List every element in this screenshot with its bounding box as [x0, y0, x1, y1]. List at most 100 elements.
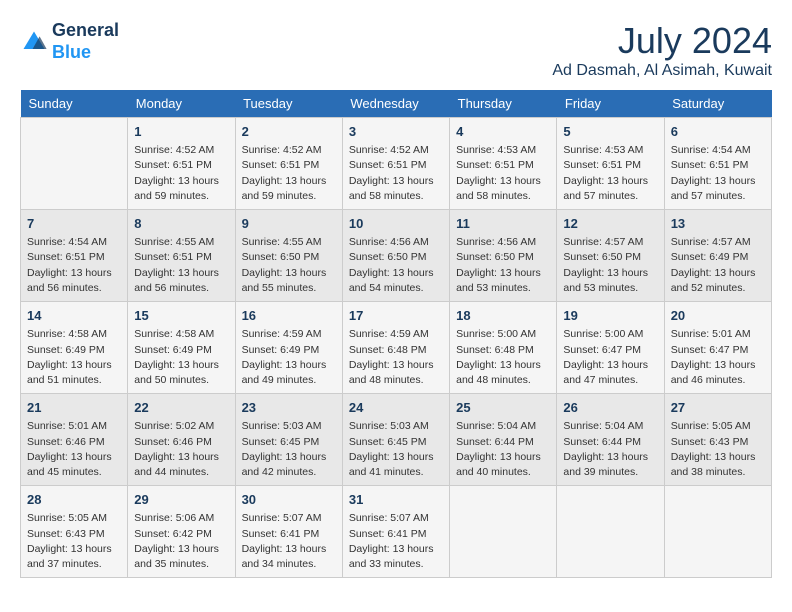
day-number: 14 — [27, 307, 121, 325]
day-info: Sunrise: 4:54 AM Sunset: 6:51 PM Dayligh… — [27, 235, 121, 296]
logo-text-line2: Blue — [52, 42, 119, 64]
calendar-cell: 24 Sunrise: 5:03 AM Sunset: 6:45 PM Dayli… — [342, 394, 449, 486]
calendar-cell: 9 Sunrise: 4:55 AM Sunset: 6:50 PM Daylig… — [235, 210, 342, 302]
day-number: 24 — [349, 399, 443, 417]
calendar-cell: 6 Sunrise: 4:54 AM Sunset: 6:51 PM Daylig… — [664, 118, 771, 210]
calendar-cell: 15 Sunrise: 4:58 AM Sunset: 6:49 PM Dayli… — [128, 302, 235, 394]
calendar-cell: 31 Sunrise: 5:07 AM Sunset: 6:41 PM Dayli… — [342, 486, 449, 578]
day-number: 29 — [134, 491, 228, 509]
calendar-cell: 26Sunrise: 5:04 AM Sunset: 6:44 PM Dayli… — [557, 394, 664, 486]
day-info: Sunrise: 5:05 AM Sunset: 6:43 PM Dayligh… — [27, 511, 121, 572]
calendar-cell: 7Sunrise: 4:54 AM Sunset: 6:51 PM Daylig… — [21, 210, 128, 302]
day-info: Sunrise: 4:56 AM Sunset: 6:50 PM Dayligh… — [349, 235, 443, 296]
day-info: Sunrise: 5:07 AM Sunset: 6:41 PM Dayligh… — [349, 511, 443, 572]
day-info: Sunrise: 5:00 AM Sunset: 6:48 PM Dayligh… — [456, 327, 550, 388]
day-info: Sunrise: 5:03 AM Sunset: 6:45 PM Dayligh… — [349, 419, 443, 480]
weekday-header-saturday: Saturday — [664, 90, 771, 118]
calendar-body: 1 Sunrise: 4:52 AM Sunset: 6:51 PM Daylig… — [21, 118, 772, 578]
day-number: 18 — [456, 307, 550, 325]
calendar-cell: 14 Sunrise: 4:58 AM Sunset: 6:49 PM Dayli… — [21, 302, 128, 394]
day-info: Sunrise: 5:00 AM Sunset: 6:47 PM Dayligh… — [563, 327, 657, 388]
logo: General Blue — [20, 20, 119, 63]
calendar-week-row: 28 Sunrise: 5:05 AM Sunset: 6:43 PM Dayli… — [21, 486, 772, 578]
calendar-cell: 27Sunrise: 5:05 AM Sunset: 6:43 PM Dayli… — [664, 394, 771, 486]
day-number: 16 — [242, 307, 336, 325]
day-info: Sunrise: 4:54 AM Sunset: 6:51 PM Dayligh… — [671, 143, 765, 204]
day-info: Sunrise: 4:55 AM Sunset: 6:50 PM Dayligh… — [242, 235, 336, 296]
calendar-cell: 2Sunrise: 4:52 AM Sunset: 6:51 PM Daylig… — [235, 118, 342, 210]
day-info: Sunrise: 4:52 AM Sunset: 6:51 PM Dayligh… — [349, 143, 443, 204]
day-number: 28 — [27, 491, 121, 509]
title-block: July 2024 Ad Dasmah, Al Asimah, Kuwait — [552, 20, 772, 80]
day-info: Sunrise: 4:58 AM Sunset: 6:49 PM Dayligh… — [27, 327, 121, 388]
day-info: Sunrise: 5:02 AM Sunset: 6:46 PM Dayligh… — [134, 419, 228, 480]
calendar-cell: 28 Sunrise: 5:05 AM Sunset: 6:43 PM Dayli… — [21, 486, 128, 578]
day-number: 23 — [242, 399, 336, 417]
calendar-week-row: 1 Sunrise: 4:52 AM Sunset: 6:51 PM Daylig… — [21, 118, 772, 210]
weekday-header-tuesday: Tuesday — [235, 90, 342, 118]
day-number: 15 — [134, 307, 228, 325]
day-info: Sunrise: 4:59 AM Sunset: 6:49 PM Dayligh… — [242, 327, 336, 388]
location-title: Ad Dasmah, Al Asimah, Kuwait — [552, 62, 772, 80]
day-number: 22 — [134, 399, 228, 417]
calendar-cell: 3 Sunrise: 4:52 AM Sunset: 6:51 PM Daylig… — [342, 118, 449, 210]
day-number: 3 — [349, 123, 443, 141]
day-info: Sunrise: 5:07 AM Sunset: 6:41 PM Dayligh… — [242, 511, 336, 572]
weekday-header-thursday: Thursday — [450, 90, 557, 118]
calendar-cell: 29 Sunrise: 5:06 AM Sunset: 6:42 PM Dayli… — [128, 486, 235, 578]
day-info: Sunrise: 5:03 AM Sunset: 6:45 PM Dayligh… — [242, 419, 336, 480]
calendar-cell — [557, 486, 664, 578]
weekday-header-monday: Monday — [128, 90, 235, 118]
calendar-cell: 18 Sunrise: 5:00 AM Sunset: 6:48 PM Dayli… — [450, 302, 557, 394]
day-number: 10 — [349, 215, 443, 233]
calendar-cell: 22 Sunrise: 5:02 AM Sunset: 6:46 PM Dayli… — [128, 394, 235, 486]
day-number: 19 — [563, 307, 657, 325]
weekday-header-friday: Friday — [557, 90, 664, 118]
day-number: 13 — [671, 215, 765, 233]
calendar-cell: 20 Sunrise: 5:01 AM Sunset: 6:47 PM Dayli… — [664, 302, 771, 394]
calendar-cell: 17Sunrise: 4:59 AM Sunset: 6:48 PM Dayli… — [342, 302, 449, 394]
day-info: Sunrise: 4:57 AM Sunset: 6:49 PM Dayligh… — [671, 235, 765, 296]
day-info: Sunrise: 4:57 AM Sunset: 6:50 PM Dayligh… — [563, 235, 657, 296]
calendar-cell: 13 Sunrise: 4:57 AM Sunset: 6:49 PM Dayli… — [664, 210, 771, 302]
day-number: 20 — [671, 307, 765, 325]
calendar-cell: 21Sunrise: 5:01 AM Sunset: 6:46 PM Dayli… — [21, 394, 128, 486]
day-number: 6 — [671, 123, 765, 141]
calendar-cell: 10 Sunrise: 4:56 AM Sunset: 6:50 PM Dayli… — [342, 210, 449, 302]
calendar-cell — [450, 486, 557, 578]
calendar-cell: 23 Sunrise: 5:03 AM Sunset: 6:45 PM Dayli… — [235, 394, 342, 486]
day-info: Sunrise: 4:58 AM Sunset: 6:49 PM Dayligh… — [134, 327, 228, 388]
page-header: General Blue July 2024 Ad Dasmah, Al Asi… — [20, 20, 772, 80]
day-number: 2 — [242, 123, 336, 141]
day-number: 17 — [349, 307, 443, 325]
day-number: 11 — [456, 215, 550, 233]
day-number: 12 — [563, 215, 657, 233]
day-info: Sunrise: 5:05 AM Sunset: 6:43 PM Dayligh… — [671, 419, 765, 480]
day-info: Sunrise: 5:04 AM Sunset: 6:44 PM Dayligh… — [456, 419, 550, 480]
day-number: 1 — [134, 123, 228, 141]
day-number: 9 — [242, 215, 336, 233]
calendar-cell: 12 Sunrise: 4:57 AM Sunset: 6:50 PM Dayli… — [557, 210, 664, 302]
calendar-cell: 11Sunrise: 4:56 AM Sunset: 6:50 PM Dayli… — [450, 210, 557, 302]
calendar-header-row: SundayMondayTuesdayWednesdayThursdayFrid… — [21, 90, 772, 118]
day-info: Sunrise: 5:01 AM Sunset: 6:47 PM Dayligh… — [671, 327, 765, 388]
calendar-cell: 16 Sunrise: 4:59 AM Sunset: 6:49 PM Dayli… — [235, 302, 342, 394]
calendar-cell — [664, 486, 771, 578]
day-info: Sunrise: 4:53 AM Sunset: 6:51 PM Dayligh… — [563, 143, 657, 204]
weekday-header-sunday: Sunday — [21, 90, 128, 118]
day-number: 30 — [242, 491, 336, 509]
day-number: 31 — [349, 491, 443, 509]
day-info: Sunrise: 5:01 AM Sunset: 6:46 PM Dayligh… — [27, 419, 121, 480]
calendar-cell: 1Sunrise: 4:52 AM Sunset: 6:51 PM Daylig… — [128, 118, 235, 210]
day-info: Sunrise: 4:55 AM Sunset: 6:51 PM Dayligh… — [134, 235, 228, 296]
calendar-cell: 4Sunrise: 4:53 AM Sunset: 6:51 PM Daylig… — [450, 118, 557, 210]
day-info: Sunrise: 4:53 AM Sunset: 6:51 PM Dayligh… — [456, 143, 550, 204]
calendar-week-row: 7Sunrise: 4:54 AM Sunset: 6:51 PM Daylig… — [21, 210, 772, 302]
calendar-week-row: 21Sunrise: 5:01 AM Sunset: 6:46 PM Dayli… — [21, 394, 772, 486]
day-number: 5 — [563, 123, 657, 141]
day-info: Sunrise: 5:06 AM Sunset: 6:42 PM Dayligh… — [134, 511, 228, 572]
calendar-week-row: 14 Sunrise: 4:58 AM Sunset: 6:49 PM Dayli… — [21, 302, 772, 394]
day-number: 25 — [456, 399, 550, 417]
calendar-cell: 19 Sunrise: 5:00 AM Sunset: 6:47 PM Dayli… — [557, 302, 664, 394]
logo-icon — [20, 28, 48, 56]
